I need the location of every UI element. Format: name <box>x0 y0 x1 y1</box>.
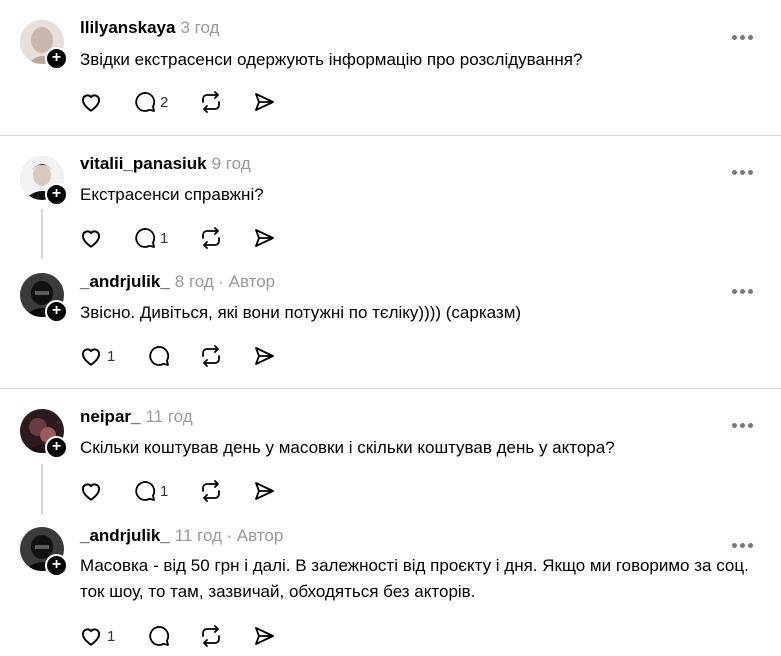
like-button[interactable] <box>78 225 104 251</box>
like-count: 1 <box>107 347 116 365</box>
repost-icon <box>202 480 220 502</box>
heart-icon <box>81 94 101 112</box>
avatar-2[interactable]: + <box>20 273 68 323</box>
repost-button[interactable] <box>199 225 223 251</box>
share-button[interactable] <box>252 343 276 369</box>
comment-text: Звісно. Дивіться, які вони потужні по тє… <box>80 303 522 322</box>
comment-text: Звідки екстрасенси одержують інформацію … <box>80 50 583 69</box>
comment-1: + vitalii_panasiuk 9 год Екстрасенси спра… <box>0 136 781 266</box>
like-button[interactable]: 1 <box>78 623 115 649</box>
username[interactable]: _andrjulik_ <box>80 526 170 545</box>
avatar-0[interactable]: + <box>20 20 68 70</box>
heart-icon <box>81 628 101 646</box>
reply-button[interactable] <box>147 623 171 649</box>
comment-4: + _andrjulik_ 11 год · Автор Масовка - ві… <box>0 509 781 656</box>
follow-plus-icon[interactable]: + <box>45 183 68 206</box>
share-button[interactable] <box>252 225 276 251</box>
comment-2: + _andrjulik_ 8 год · Автор Звісно. Дивіт… <box>0 255 781 388</box>
timestamp[interactable]: 8 год <box>175 272 214 291</box>
share-button[interactable] <box>252 623 276 649</box>
share-icon <box>255 482 274 500</box>
reply-button[interactable]: 1 <box>133 478 168 504</box>
avatar-1[interactable]: + <box>20 156 68 206</box>
author-badge: · Автор <box>218 272 276 291</box>
comment-text: Масовка - від 50 грн і далі. В залежност… <box>80 556 749 601</box>
comment-3: + neipar_ 11 год Скільки коштував день у … <box>0 389 781 519</box>
share-button[interactable] <box>252 478 276 504</box>
like-count: 1 <box>107 627 116 645</box>
reply-count: 1 <box>160 229 169 247</box>
username[interactable]: llilyanskaya <box>80 18 175 37</box>
reply-button[interactable]: 2 <box>133 89 168 115</box>
more-icon[interactable] <box>732 27 756 40</box>
follow-plus-icon[interactable]: + <box>45 436 68 459</box>
like-button[interactable]: 1 <box>78 343 115 369</box>
comment-text: Скільки коштував день у масовки і скільк… <box>80 438 615 457</box>
repost-icon <box>202 625 220 647</box>
reply-button[interactable]: 1 <box>133 225 168 251</box>
like-button[interactable] <box>78 89 104 115</box>
avatar-3[interactable]: + <box>20 409 68 459</box>
like-button[interactable] <box>78 478 104 504</box>
follow-plus-icon[interactable]: + <box>45 300 68 323</box>
comment-icon <box>135 92 156 112</box>
comment-icon <box>149 626 170 646</box>
more-icon[interactable] <box>732 415 756 428</box>
timestamp[interactable]: 9 год <box>212 154 251 173</box>
username[interactable]: _andrjulik_ <box>80 272 170 291</box>
repost-icon <box>202 227 220 249</box>
heart-icon <box>81 483 101 501</box>
comment-text: Екстрасенси справжні? <box>80 185 264 204</box>
timestamp[interactable]: 11 год <box>145 407 192 426</box>
more-icon[interactable] <box>732 535 756 548</box>
reply-count: 1 <box>160 482 169 500</box>
share-icon <box>255 229 274 247</box>
share-icon <box>255 93 274 111</box>
timestamp[interactable]: 11 год <box>175 526 222 545</box>
more-icon[interactable] <box>732 162 756 175</box>
repost-button[interactable] <box>199 478 223 504</box>
follow-plus-icon[interactable]: + <box>45 47 68 70</box>
comment-icon <box>135 481 156 501</box>
repost-button[interactable] <box>199 343 223 369</box>
repost-button[interactable] <box>199 89 223 115</box>
repost-icon <box>202 345 220 367</box>
reply-count: 2 <box>160 93 169 111</box>
reply-button[interactable] <box>147 343 171 369</box>
username[interactable]: neipar_ <box>80 407 140 426</box>
timestamp[interactable]: 3 год <box>180 18 219 37</box>
repost-button[interactable] <box>199 623 223 649</box>
share-icon <box>255 347 274 365</box>
follow-plus-icon[interactable]: + <box>45 554 68 577</box>
avatar-4[interactable]: + <box>20 527 68 577</box>
share-icon <box>255 627 274 645</box>
more-icon[interactable] <box>732 281 756 294</box>
heart-icon <box>81 348 101 366</box>
username[interactable]: vitalii_panasiuk <box>80 154 207 173</box>
comment-icon <box>135 228 156 248</box>
comment-icon <box>149 346 170 366</box>
author-badge: · Автор <box>226 526 284 545</box>
repost-icon <box>202 91 220 113</box>
share-button[interactable] <box>252 89 276 115</box>
comment-0: + llilyanskaya 3 год Звідки екстрасенси о… <box>0 0 781 135</box>
heart-icon <box>81 230 101 248</box>
